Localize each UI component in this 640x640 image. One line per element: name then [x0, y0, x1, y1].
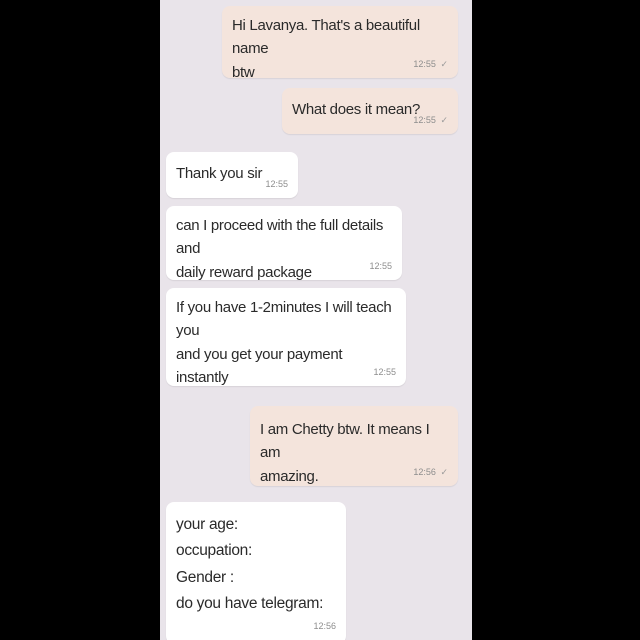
message-time: 12:55 — [369, 261, 392, 272]
message-line: I am Chetty btw. It means I am — [260, 421, 430, 462]
chat-screen: Hi Lavanya. That's a beautiful name btw … — [160, 0, 472, 640]
message-line: If you have 1-2minutes I will teach you — [176, 299, 392, 340]
sent-check-icon: ✓ — [440, 467, 448, 478]
message-time: 12:55 — [413, 115, 436, 126]
message-bubble-outgoing[interactable]: I am Chetty btw. It means I am amazing. … — [250, 406, 458, 486]
message-line: do you have telegram: — [176, 595, 324, 613]
message-meta: 12:55 — [373, 366, 396, 380]
message-bubble-incoming[interactable]: your age: occupation: Gender : do you ha… — [166, 502, 346, 640]
message-meta: 12:55 — [369, 260, 392, 274]
message-bubble-incoming[interactable]: Thank you sir 12:55 — [166, 152, 298, 198]
message-meta: 12:55 ✓ — [413, 114, 448, 128]
message-bubble-incoming[interactable]: can I proceed with the full details and … — [166, 206, 402, 281]
message-line: occupation: — [176, 542, 252, 560]
message-text: your age: occupation: Gender : do you ha… — [176, 512, 336, 617]
message-text: If you have 1-2minutes I will teach you … — [176, 296, 396, 389]
message-time: 12:55 — [413, 59, 436, 70]
message-line: Gender : — [176, 568, 234, 586]
message-line: your age: — [176, 516, 238, 533]
message-time: 12:55 — [373, 367, 396, 378]
message-line: can I proceed with the full details and — [176, 217, 384, 258]
sent-check-icon: ✓ — [440, 59, 448, 70]
message-meta: 12:56 — [313, 619, 336, 634]
message-text: Hi Lavanya. That's a beautiful name btw — [232, 14, 448, 84]
message-text: can I proceed with the full details and … — [176, 214, 392, 284]
message-meta: 12:56 ✓ — [413, 466, 448, 480]
sent-check-icon: ✓ — [440, 115, 448, 126]
message-time: 12:56 — [413, 467, 436, 478]
message-bubble-incoming[interactable]: If you have 1-2minutes I will teach you … — [166, 288, 406, 386]
message-line: Hi Lavanya. That's a beautiful name — [232, 17, 420, 58]
message-time: 12:55 — [265, 179, 288, 190]
message-line: daily reward package — [176, 263, 312, 281]
message-meta: 12:55 ✓ — [413, 58, 448, 72]
message-meta: 12:55 — [265, 178, 288, 192]
message-bubble-outgoing[interactable]: What does it mean? 12:55 ✓ — [282, 88, 458, 134]
message-time: 12:56 — [313, 620, 336, 631]
message-line: and you get your payment instantly — [176, 345, 343, 386]
message-bubble-outgoing[interactable]: Hi Lavanya. That's a beautiful name btw … — [222, 6, 458, 81]
